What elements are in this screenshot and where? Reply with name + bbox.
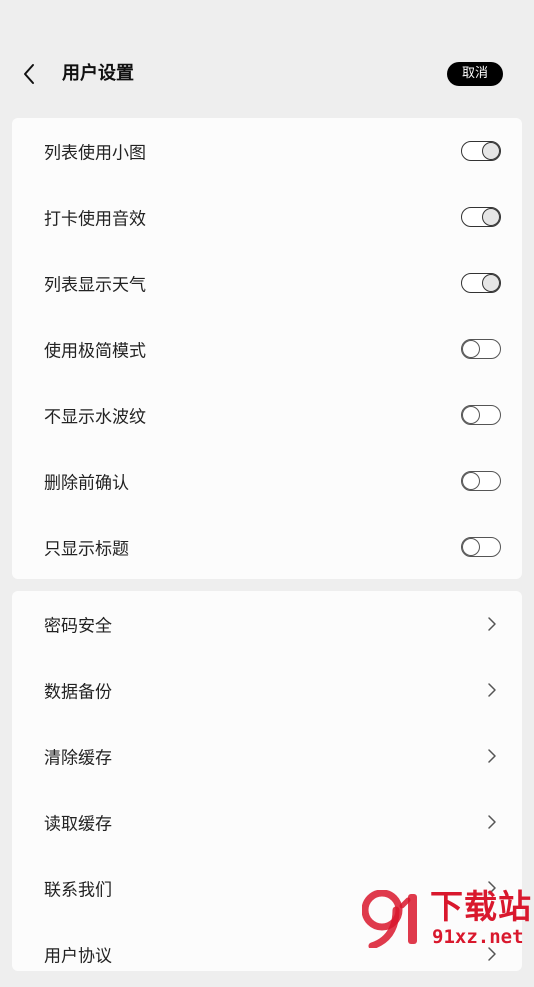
toggle-knob <box>462 406 480 424</box>
setting-label: 列表使用小图 <box>44 143 146 164</box>
setting-label: 密码安全 <box>44 616 112 637</box>
toggle-knob <box>482 274 500 292</box>
watermark-url: 91xz.net <box>432 926 524 948</box>
setting-row-title-only[interactable]: 只显示标题 <box>12 514 522 580</box>
toggle-knob <box>462 538 480 556</box>
setting-row-data-backup[interactable]: 数据备份 <box>12 657 522 723</box>
toggle-switch[interactable] <box>461 207 501 227</box>
setting-row-checkin-sound[interactable]: 打卡使用音效 <box>12 184 522 250</box>
toggle-knob <box>462 340 480 358</box>
setting-row-read-cache[interactable]: 读取缓存 <box>12 789 522 855</box>
setting-label: 使用极简模式 <box>44 341 146 362</box>
toggle-switch[interactable] <box>461 471 501 491</box>
chevron-right-icon <box>488 749 496 763</box>
setting-label: 不显示水波纹 <box>44 407 146 428</box>
back-button[interactable] <box>14 60 44 88</box>
setting-row-minimal-mode[interactable]: 使用极简模式 <box>12 316 522 382</box>
watermark-brand: 下载站 <box>430 887 532 926</box>
setting-label: 打卡使用音效 <box>44 209 146 230</box>
top-bar: 用户设置 取消 <box>0 0 534 120</box>
toggle-knob <box>462 472 480 490</box>
setting-row-no-ripple[interactable]: 不显示水波纹 <box>12 382 522 448</box>
setting-row-show-weather[interactable]: 列表显示天气 <box>12 250 522 316</box>
cancel-button[interactable]: 取消 <box>447 62 503 86</box>
chevron-right-icon <box>488 815 496 829</box>
setting-label: 数据备份 <box>44 682 112 703</box>
setting-label: 读取缓存 <box>44 814 112 835</box>
page-title: 用户设置 <box>62 63 134 84</box>
toggle-knob <box>482 142 500 160</box>
setting-row-confirm-delete[interactable]: 删除前确认 <box>12 448 522 514</box>
watermark-logo-icon <box>362 890 417 948</box>
toggle-switch[interactable] <box>461 273 501 293</box>
chevron-right-icon <box>488 617 496 631</box>
setting-row-clear-cache[interactable]: 清除缓存 <box>12 723 522 789</box>
setting-label: 联系我们 <box>44 880 112 901</box>
setting-row-list-thumbnail[interactable]: 列表使用小图 <box>12 118 522 184</box>
toggle-settings-card: 列表使用小图 打卡使用音效 列表显示天气 使用极简模式 不显示水波纹 删除前确认… <box>12 118 522 579</box>
setting-row-password-security[interactable]: 密码安全 <box>12 591 522 657</box>
setting-label: 列表显示天气 <box>44 275 146 296</box>
setting-label: 清除缓存 <box>44 748 112 769</box>
chevron-right-icon <box>488 683 496 697</box>
toggle-knob <box>482 208 500 226</box>
toggle-switch[interactable] <box>461 405 501 425</box>
toggle-switch[interactable] <box>461 537 501 557</box>
toggle-switch[interactable] <box>461 141 501 161</box>
setting-label: 删除前确认 <box>44 473 129 494</box>
setting-label: 用户协议 <box>44 946 112 967</box>
toggle-switch[interactable] <box>461 339 501 359</box>
site-watermark: 下载站 91xz.net <box>362 888 534 950</box>
chevron-left-icon <box>24 64 34 84</box>
setting-label: 只显示标题 <box>44 539 129 560</box>
